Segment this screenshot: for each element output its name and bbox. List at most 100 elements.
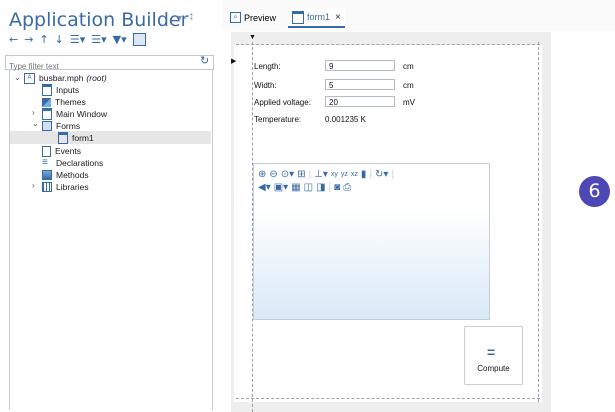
arrow-up-icon[interactable]: ↑ — [39, 33, 48, 46]
graphics-toolbar-row-1: ⊕ ⊖ ⊙▾ ⊞ | ⊥▾ xy yz xz ▮ | ↻▾ | — [258, 168, 394, 180]
zoom-out-icon[interactable]: ⊖ — [269, 169, 277, 180]
chevron-down-icon[interactable]: ⌄ — [32, 119, 39, 128]
move-down-dropdown-icon[interactable]: ☰▾ — [91, 33, 106, 46]
tree-root[interactable]: A busbar.mph (root) — [24, 72, 107, 84]
tab-label: Preview — [244, 12, 277, 23]
chevron-down-icon[interactable]: ⌄ — [14, 73, 21, 82]
camera-view-icon[interactable]: ▮ — [361, 169, 367, 180]
separator: | — [391, 168, 395, 180]
filter-box — [5, 55, 214, 73]
arrow-left-icon[interactable]: ← — [9, 33, 18, 46]
width-field[interactable]: 5 — [325, 79, 395, 90]
tree-root-suffix: (root) — [86, 73, 107, 83]
chevron-right-icon[interactable]: › — [32, 108, 35, 117]
pin-dropdown-icon[interactable]: ▼▾ — [113, 33, 127, 46]
reset-view-dropdown-icon[interactable]: ↻▾ — [375, 169, 388, 180]
tree-item-label: Main Window — [56, 109, 108, 119]
editor-tab-strip: ⌕ Preview form1 × — [222, 0, 615, 30]
tab-preview[interactable]: ⌕ Preview — [230, 9, 276, 26]
separator: | — [369, 168, 373, 180]
grid-line — [538, 42, 539, 402]
compute-icon: = — [487, 344, 496, 360]
width-unit: cm — [403, 81, 414, 90]
selected-row-highlight — [10, 131, 211, 144]
events-icon — [42, 145, 51, 157]
tree-item-themes[interactable]: Themes — [42, 96, 86, 108]
length-field[interactable]: 9 — [325, 60, 395, 71]
tab-form1[interactable]: form1 × — [288, 8, 345, 28]
libraries-icon — [42, 182, 52, 192]
move-up-dropdown-icon[interactable]: ☰▾ — [70, 33, 85, 46]
panel-title: Application Builder — [9, 9, 189, 31]
tree-frame — [9, 70, 213, 410]
window-icon — [42, 108, 52, 120]
inputs-icon — [42, 84, 52, 96]
compute-label: Compute — [477, 364, 510, 373]
grid-icon[interactable]: ▦ — [291, 182, 300, 193]
arrow-right-icon[interactable]: → — [24, 33, 33, 46]
tree-item-inputs[interactable]: Inputs — [42, 84, 79, 96]
tree-item-events[interactable]: Events — [42, 145, 81, 157]
zoom-extents-icon[interactable]: ⊞ — [297, 169, 305, 180]
compute-button[interactable]: = Compute — [464, 326, 523, 385]
separator: | — [328, 181, 332, 193]
tree-item-label: Inputs — [56, 85, 80, 95]
length-label: Length: — [254, 62, 281, 71]
chevron-right-icon[interactable]: › — [32, 181, 35, 190]
builder-toolbar: ← → ↑ ↓ ☰▾ ☰▾ ▼▾ — [9, 32, 146, 46]
tree-item-label: Events — [55, 146, 81, 156]
grid-line — [236, 44, 540, 45]
xy-view-icon[interactable]: xy — [331, 171, 338, 178]
graphics-toolbar-row-2: ◀▾ ▣▾ ▦ ◫ ◨ | ◙ ⎙ — [258, 181, 351, 193]
zoom-box-dropdown-icon[interactable]: ⊙▾ — [281, 169, 294, 180]
tree-root-label: busbar.mph — [39, 73, 84, 83]
tree-item-label: form1 — [72, 133, 94, 143]
panel-window-controls[interactable]: ▾ ▫ ⁑ — [178, 13, 193, 22]
tree-item-label: Declarations — [56, 158, 104, 168]
snapshot-icon[interactable]: ◙ — [334, 182, 340, 193]
step-badge: 6 — [579, 176, 610, 207]
yz-view-icon[interactable]: yz — [341, 171, 348, 178]
tree-item-declarations[interactable]: ≡ Declarations — [42, 157, 103, 169]
form-icon — [292, 10, 304, 24]
xz-view-icon[interactable]: xz — [351, 171, 358, 178]
transparency-icon[interactable]: ◫ — [304, 182, 313, 193]
tree-item-label: Themes — [55, 97, 86, 107]
model-file-icon: A — [24, 72, 35, 84]
methods-icon — [42, 170, 52, 180]
temperature-label: Temperature: — [254, 115, 302, 124]
layout-icon[interactable] — [132, 32, 146, 46]
row-marker-icon[interactable]: ▶ — [231, 57, 236, 65]
separator: | — [308, 168, 312, 180]
wireframe-icon[interactable]: ◨ — [316, 182, 325, 193]
form-icon — [58, 132, 68, 144]
forms-icon — [42, 121, 52, 131]
tree-item-label: Methods — [56, 170, 89, 180]
voltage-label: Applied voltage: — [254, 98, 311, 107]
tree-item-label: Libraries — [56, 182, 89, 192]
application-builder-panel: Application Builder ▾ ▫ ⁑ ← → ↑ ↓ ☰▾ ☰▾ … — [0, 0, 222, 412]
themes-icon — [42, 97, 51, 107]
tree-item-main-window[interactable]: Main Window — [42, 108, 107, 120]
column-marker-icon[interactable]: ▼ — [249, 34, 256, 41]
axes-dropdown-icon[interactable]: ⊥▾ — [314, 169, 328, 180]
zoom-in-icon[interactable]: ⊕ — [258, 169, 266, 180]
tree-item-libraries[interactable]: Libraries — [42, 181, 89, 193]
tree-item-methods[interactable]: Methods — [42, 169, 89, 181]
tree-item-form1[interactable]: form1 — [58, 132, 94, 144]
declarations-icon: ≡ — [42, 157, 48, 168]
voltage-field[interactable]: 20 — [325, 96, 395, 107]
close-icon[interactable]: × — [335, 12, 341, 23]
lights-dropdown-icon[interactable]: ◀▾ — [258, 182, 271, 193]
width-label: Width: — [254, 81, 277, 90]
arrow-down-icon[interactable]: ↓ — [55, 33, 64, 46]
grid-line — [236, 398, 540, 399]
tab-label: form1 — [307, 12, 331, 22]
temperature-value: 0.001235 K — [325, 115, 366, 124]
voltage-unit: mV — [403, 98, 415, 107]
refresh-icon[interactable]: ↻ — [200, 54, 209, 67]
print-icon[interactable]: ⎙ — [343, 182, 351, 193]
length-unit: cm — [403, 62, 414, 71]
preview-icon: ⌕ — [230, 12, 241, 23]
render-dropdown-icon[interactable]: ▣▾ — [274, 182, 288, 193]
